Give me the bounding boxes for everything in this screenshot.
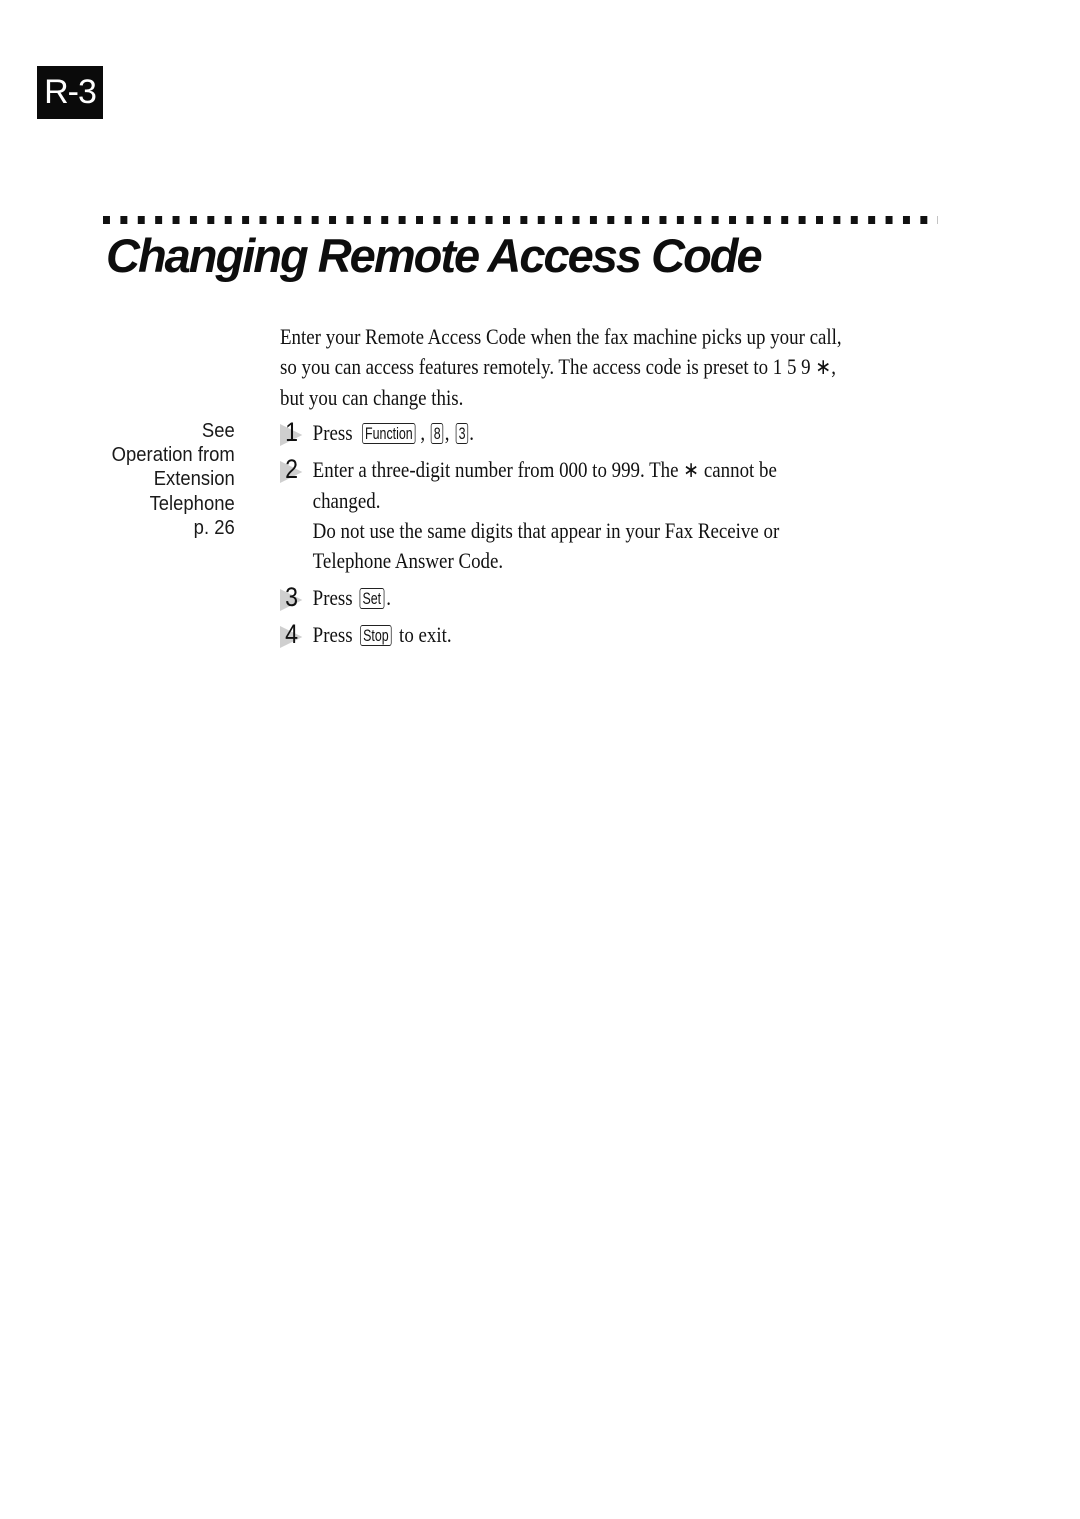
- step-digit: 3: [285, 582, 299, 612]
- section-tab: R-3: [37, 66, 103, 119]
- set-key: Set: [359, 588, 385, 609]
- step-text: cannot be: [699, 457, 777, 482]
- step-2: 2 Enter a three-digit number from 000 to…: [280, 454, 932, 576]
- star-key-icon: ∗: [815, 355, 832, 380]
- sidebar-cross-reference: See Operation from Extension Telephone p…: [112, 419, 235, 540]
- separator: ,: [420, 420, 430, 445]
- star-key-icon: ∗: [683, 458, 700, 483]
- step-text: Enter a three-digit number from 000 to 9…: [312, 457, 684, 482]
- function-key: Function: [362, 423, 416, 444]
- step-text: Press: [312, 585, 358, 610]
- step-4: 4 Press Stop to exit.: [280, 619, 932, 650]
- sidebar-page-reference: p. 26: [193, 515, 235, 539]
- sidebar-note-line: Operation from: [111, 443, 235, 467]
- step-text: .: [386, 585, 391, 610]
- stop-key: Stop: [360, 625, 392, 646]
- step-text: to exit.: [394, 622, 452, 647]
- intro-paragraph: Enter your Remote Access Code when the f…: [280, 322, 942, 413]
- step-1: 1 Press Function, 8, 3.: [280, 417, 932, 448]
- sidebar-note-line: Extension: [153, 467, 235, 491]
- intro-line: but you can change this.: [280, 385, 464, 410]
- step-text: .: [469, 420, 475, 445]
- step-3: 3 Press Set.: [280, 582, 932, 613]
- key-8: 8: [430, 423, 444, 444]
- step-digit: 1: [285, 417, 299, 447]
- step-text: Press: [312, 622, 358, 647]
- steps-list: 1 Press Function, 8, 3. 2 Enter a three-…: [280, 417, 1038, 650]
- intro-line: Enter your Remote Access Code when the f…: [280, 324, 842, 349]
- step-number-3: 3: [280, 582, 306, 612]
- step-note-line: Do not use the same digits that appear i…: [312, 518, 780, 543]
- step-digit: 4: [285, 619, 299, 649]
- step-digit: 2: [285, 454, 299, 484]
- step-note-line: Telephone Answer Code.: [312, 548, 504, 573]
- page-title: Changing Remote Access Code: [106, 229, 763, 282]
- intro-line: so you can access features remotely. The…: [280, 352, 942, 383]
- step-line: Enter a three-digit number from 000 to 9…: [313, 455, 932, 486]
- step-number-2: 2: [280, 454, 306, 484]
- step-text: Press: [312, 420, 358, 445]
- intro-text: ,: [831, 354, 836, 379]
- sidebar-note-line: See: [202, 419, 235, 442]
- step-number-4: 4: [280, 619, 306, 649]
- intro-text: so you can access features remotely. The…: [280, 354, 816, 379]
- step-line: changed.: [312, 488, 381, 513]
- separator: ,: [444, 420, 455, 445]
- step-number-1: 1: [280, 417, 306, 447]
- sidebar-note-line: Telephone: [149, 491, 235, 515]
- key-3: 3: [455, 423, 469, 444]
- dotted-divider: [103, 216, 938, 224]
